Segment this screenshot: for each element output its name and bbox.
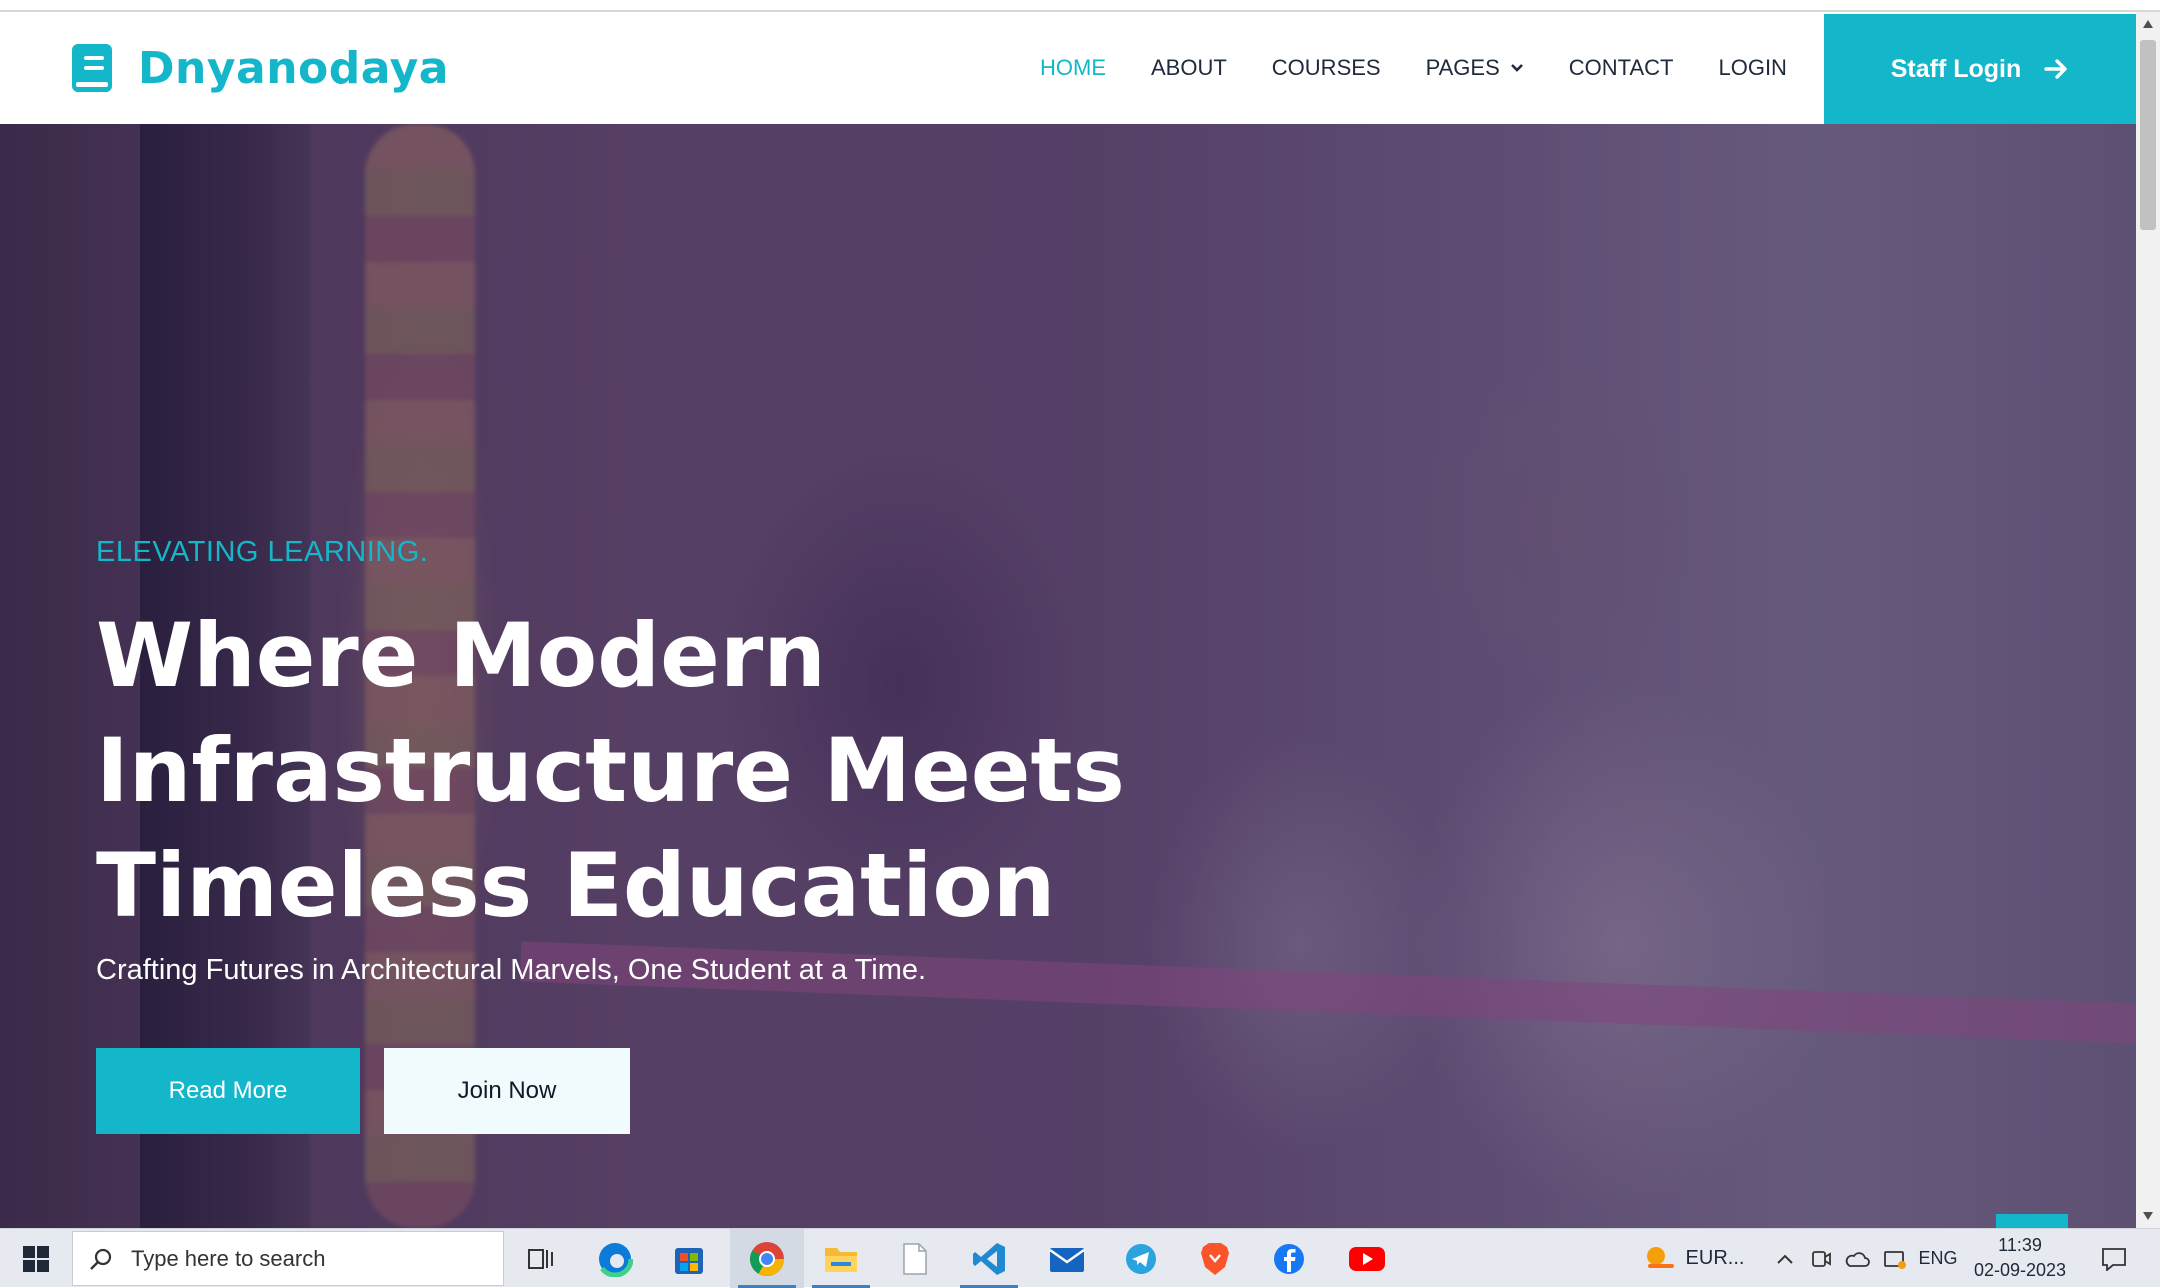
browser-top-edge <box>0 0 2160 12</box>
site-navbar: Dnyanodaya HOME ABOUT COURSES PAGES CONT… <box>0 12 2136 124</box>
staff-login-label: Staff Login <box>1890 54 2022 83</box>
tray-meet-icon-button[interactable] <box>1806 1229 1836 1288</box>
telegram-icon <box>1126 1243 1156 1274</box>
weather-text: EUR... <box>1685 1247 1745 1269</box>
weather-widget[interactable]: EUR... <box>1628 1229 1758 1288</box>
nav-login[interactable]: LOGIN <box>1718 55 1786 81</box>
taskbar-brave[interactable] <box>1178 1229 1252 1288</box>
notifications-button[interactable] <box>2092 1229 2136 1288</box>
windows-logo-icon <box>23 1245 49 1272</box>
hero-eyebrow: ELEVATING LEARNING. <box>96 536 429 568</box>
taskbar-mail[interactable] <box>1030 1229 1104 1288</box>
weather-sun-icon <box>1646 1246 1674 1268</box>
taskbar-chrome[interactable] <box>730 1229 804 1288</box>
brand-logo-link[interactable]: Dnyanodaya <box>70 40 449 96</box>
tray-overflow-button[interactable] <box>1770 1229 1800 1288</box>
edge-icon <box>597 1240 633 1277</box>
taskbar-youtube[interactable] <box>1330 1229 1404 1288</box>
taskbar-edge[interactable] <box>578 1229 652 1288</box>
taskbar-search-placeholder: Type here to search <box>131 1245 326 1271</box>
taskbar-file-explorer[interactable] <box>804 1229 878 1288</box>
youtube-icon <box>1349 1246 1385 1271</box>
nav-home[interactable]: HOME <box>1040 55 1106 81</box>
nav-about[interactable]: ABOUT <box>1151 55 1227 81</box>
store-icon <box>675 1247 703 1274</box>
task-view-icon <box>528 1248 553 1269</box>
join-now-button[interactable]: Join Now <box>384 1048 630 1134</box>
back-to-top-button[interactable] <box>1996 1214 2068 1228</box>
scroll-down-arrow-icon[interactable] <box>2136 1204 2160 1228</box>
scroll-up-arrow-icon[interactable] <box>2136 12 2160 36</box>
tray-onedrive-button[interactable] <box>1840 1229 1874 1288</box>
notification-icon <box>2102 1247 2126 1271</box>
book-icon <box>72 44 112 92</box>
folder-icon <box>825 1247 857 1272</box>
tray-network-button[interactable] <box>1878 1229 1912 1288</box>
hero-section: ELEVATING LEARNING. Where Modern Infrast… <box>0 124 2136 1228</box>
task-view-button[interactable] <box>504 1229 578 1288</box>
brave-lion-icon <box>1201 1242 1229 1275</box>
document-icon <box>903 1242 927 1275</box>
camera-icon <box>1812 1250 1831 1267</box>
taskbar-store[interactable] <box>652 1229 726 1288</box>
scrollbar-thumb[interactable] <box>2140 40 2156 230</box>
taskbar-search-input[interactable]: Type here to search <box>72 1231 504 1286</box>
language-text: ENG <box>1918 1248 1958 1268</box>
windows-taskbar: Type here to search EUR... ENG 11:39 02-… <box>0 1228 2160 1288</box>
arrow-right-icon <box>2044 59 2067 79</box>
chevron-up-icon <box>1777 1254 1793 1264</box>
facebook-icon <box>1274 1243 1304 1274</box>
chrome-icon <box>750 1241 784 1276</box>
language-indicator[interactable]: ENG <box>1916 1229 1960 1288</box>
staff-login-button[interactable]: Staff Login <box>1824 14 2136 124</box>
hero-headline: Where Modern Infrastructure Meets Timele… <box>96 604 1125 937</box>
search-icon <box>90 1248 112 1270</box>
nav-pages-dropdown[interactable]: PAGES <box>1426 55 1524 81</box>
vscode-icon <box>973 1242 1005 1275</box>
mail-icon <box>1049 1247 1085 1272</box>
taskbar-notepad[interactable] <box>878 1229 952 1288</box>
taskbar-clock[interactable]: 11:39 02-09-2023 <box>1960 1233 2080 1283</box>
read-more-button[interactable]: Read More <box>96 1048 360 1134</box>
network-icon <box>1884 1250 1906 1269</box>
clock-date: 02-09-2023 <box>1973 1260 2067 1280</box>
cloud-icon <box>1845 1251 1870 1267</box>
nav-courses[interactable]: COURSES <box>1272 55 1381 81</box>
nav-pages-label: PAGES <box>1425 55 1500 80</box>
taskbar-telegram[interactable] <box>1104 1229 1178 1288</box>
nav-contact[interactable]: CONTACT <box>1569 55 1674 81</box>
taskbar-vscode[interactable] <box>952 1229 1026 1288</box>
brand-name: Dnyanodaya <box>138 42 449 94</box>
main-nav: HOME ABOUT COURSES PAGES CONTACT LOGIN <box>1040 12 1832 124</box>
chevron-down-icon <box>1510 64 1523 72</box>
taskbar-facebook[interactable] <box>1252 1229 1326 1288</box>
start-button[interactable] <box>0 1229 72 1288</box>
page-scrollbar[interactable] <box>2136 12 2160 1228</box>
clock-time: 11:39 <box>1998 1235 2042 1255</box>
hero-subline: Crafting Futures in Architectural Marvel… <box>96 954 927 986</box>
